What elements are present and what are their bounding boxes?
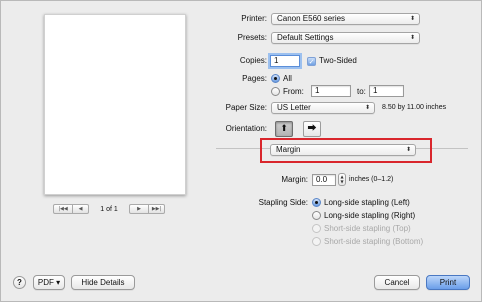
page-preview xyxy=(44,14,186,195)
landscape-icon: ⮕ xyxy=(307,124,317,134)
paper-size-select[interactable]: US Letter ⬍ xyxy=(271,102,375,114)
pages-to-label: to: xyxy=(357,87,366,96)
stapling-side-label: Stapling Side: xyxy=(258,198,308,207)
print-button[interactable]: Print xyxy=(426,275,470,290)
first-page-button[interactable]: |◀◀ xyxy=(53,204,73,214)
preview-pager: |◀◀ ◀ 1 of 1 ▶ ▶▶| xyxy=(53,203,183,215)
updown-arrows-icon: ⬍ xyxy=(409,15,415,22)
margin-stepper[interactable]: ▲ ▼ xyxy=(338,173,346,186)
last-page-button[interactable]: ▶▶| xyxy=(149,204,165,214)
pages-from-input[interactable]: 1 xyxy=(311,85,351,97)
presets-select[interactable]: Default Settings ⬍ xyxy=(271,32,420,44)
copies-label: Copies: xyxy=(239,56,267,65)
two-sided-checkbox[interactable]: ✓ xyxy=(307,57,316,66)
stapling-long-right-radio[interactable] xyxy=(312,211,321,220)
stapling-option-label: Long-side stapling (Left) xyxy=(324,198,410,207)
portrait-icon: ⬆ xyxy=(280,124,288,134)
portrait-orientation-button[interactable]: ⬆ xyxy=(275,121,293,137)
stapling-option-label: Short-side stapling (Bottom) xyxy=(324,237,424,246)
paper-dimensions: 8.50 by 11.00 inches xyxy=(382,104,447,111)
paper-size-label: Paper Size: xyxy=(225,103,267,112)
paper-size-value: US Letter xyxy=(277,103,311,112)
stapling-option-label: Short-side stapling (Top) xyxy=(324,224,411,233)
copies-input[interactable]: 1 xyxy=(270,55,300,67)
orientation-label: Orientation: xyxy=(225,124,267,133)
printer-value: Canon E560 series xyxy=(277,14,346,23)
margin-label: Margin: xyxy=(281,175,308,184)
stapling-long-left-radio[interactable] xyxy=(312,198,321,207)
pages-from-label: From: xyxy=(283,87,304,96)
hide-details-button[interactable]: Hide Details xyxy=(71,275,135,290)
updown-arrows-icon: ⬍ xyxy=(364,104,370,111)
page-counter: 1 of 1 xyxy=(100,205,118,213)
presets-value: Default Settings xyxy=(277,33,334,42)
margin-unit: inches (0–1.2) xyxy=(349,176,394,183)
presets-label: Presets: xyxy=(237,33,267,42)
help-button[interactable]: ? xyxy=(13,276,26,289)
stapling-short-bottom-radio xyxy=(312,237,321,246)
pages-label: Pages: xyxy=(242,74,267,83)
margin-input[interactable]: 0.0 xyxy=(312,174,336,186)
pages-all-radio[interactable] xyxy=(271,74,280,83)
cancel-button[interactable]: Cancel xyxy=(374,275,420,290)
pdf-menu-button[interactable]: PDF ▾ xyxy=(33,275,65,290)
next-page-button[interactable]: ▶ xyxy=(129,204,149,214)
callout-highlight-box xyxy=(260,138,432,163)
pages-all-label: All xyxy=(283,74,292,83)
landscape-orientation-button[interactable]: ⮕ xyxy=(303,121,321,137)
pages-to-input[interactable]: 1 xyxy=(369,85,404,97)
stapling-short-top-radio xyxy=(312,224,321,233)
printer-label: Printer: xyxy=(241,14,267,23)
two-sided-label: Two-Sided xyxy=(319,56,357,65)
printer-select[interactable]: Canon E560 series ⬍ xyxy=(271,13,420,25)
prev-page-button[interactable]: ◀ xyxy=(73,204,89,214)
print-dialog: |◀◀ ◀ 1 of 1 ▶ ▶▶| Printer: Canon E560 s… xyxy=(0,0,482,302)
stapling-option-label: Long-side stapling (Right) xyxy=(324,211,416,220)
updown-arrows-icon: ⬍ xyxy=(409,34,415,41)
pages-range-radio[interactable] xyxy=(271,87,280,96)
